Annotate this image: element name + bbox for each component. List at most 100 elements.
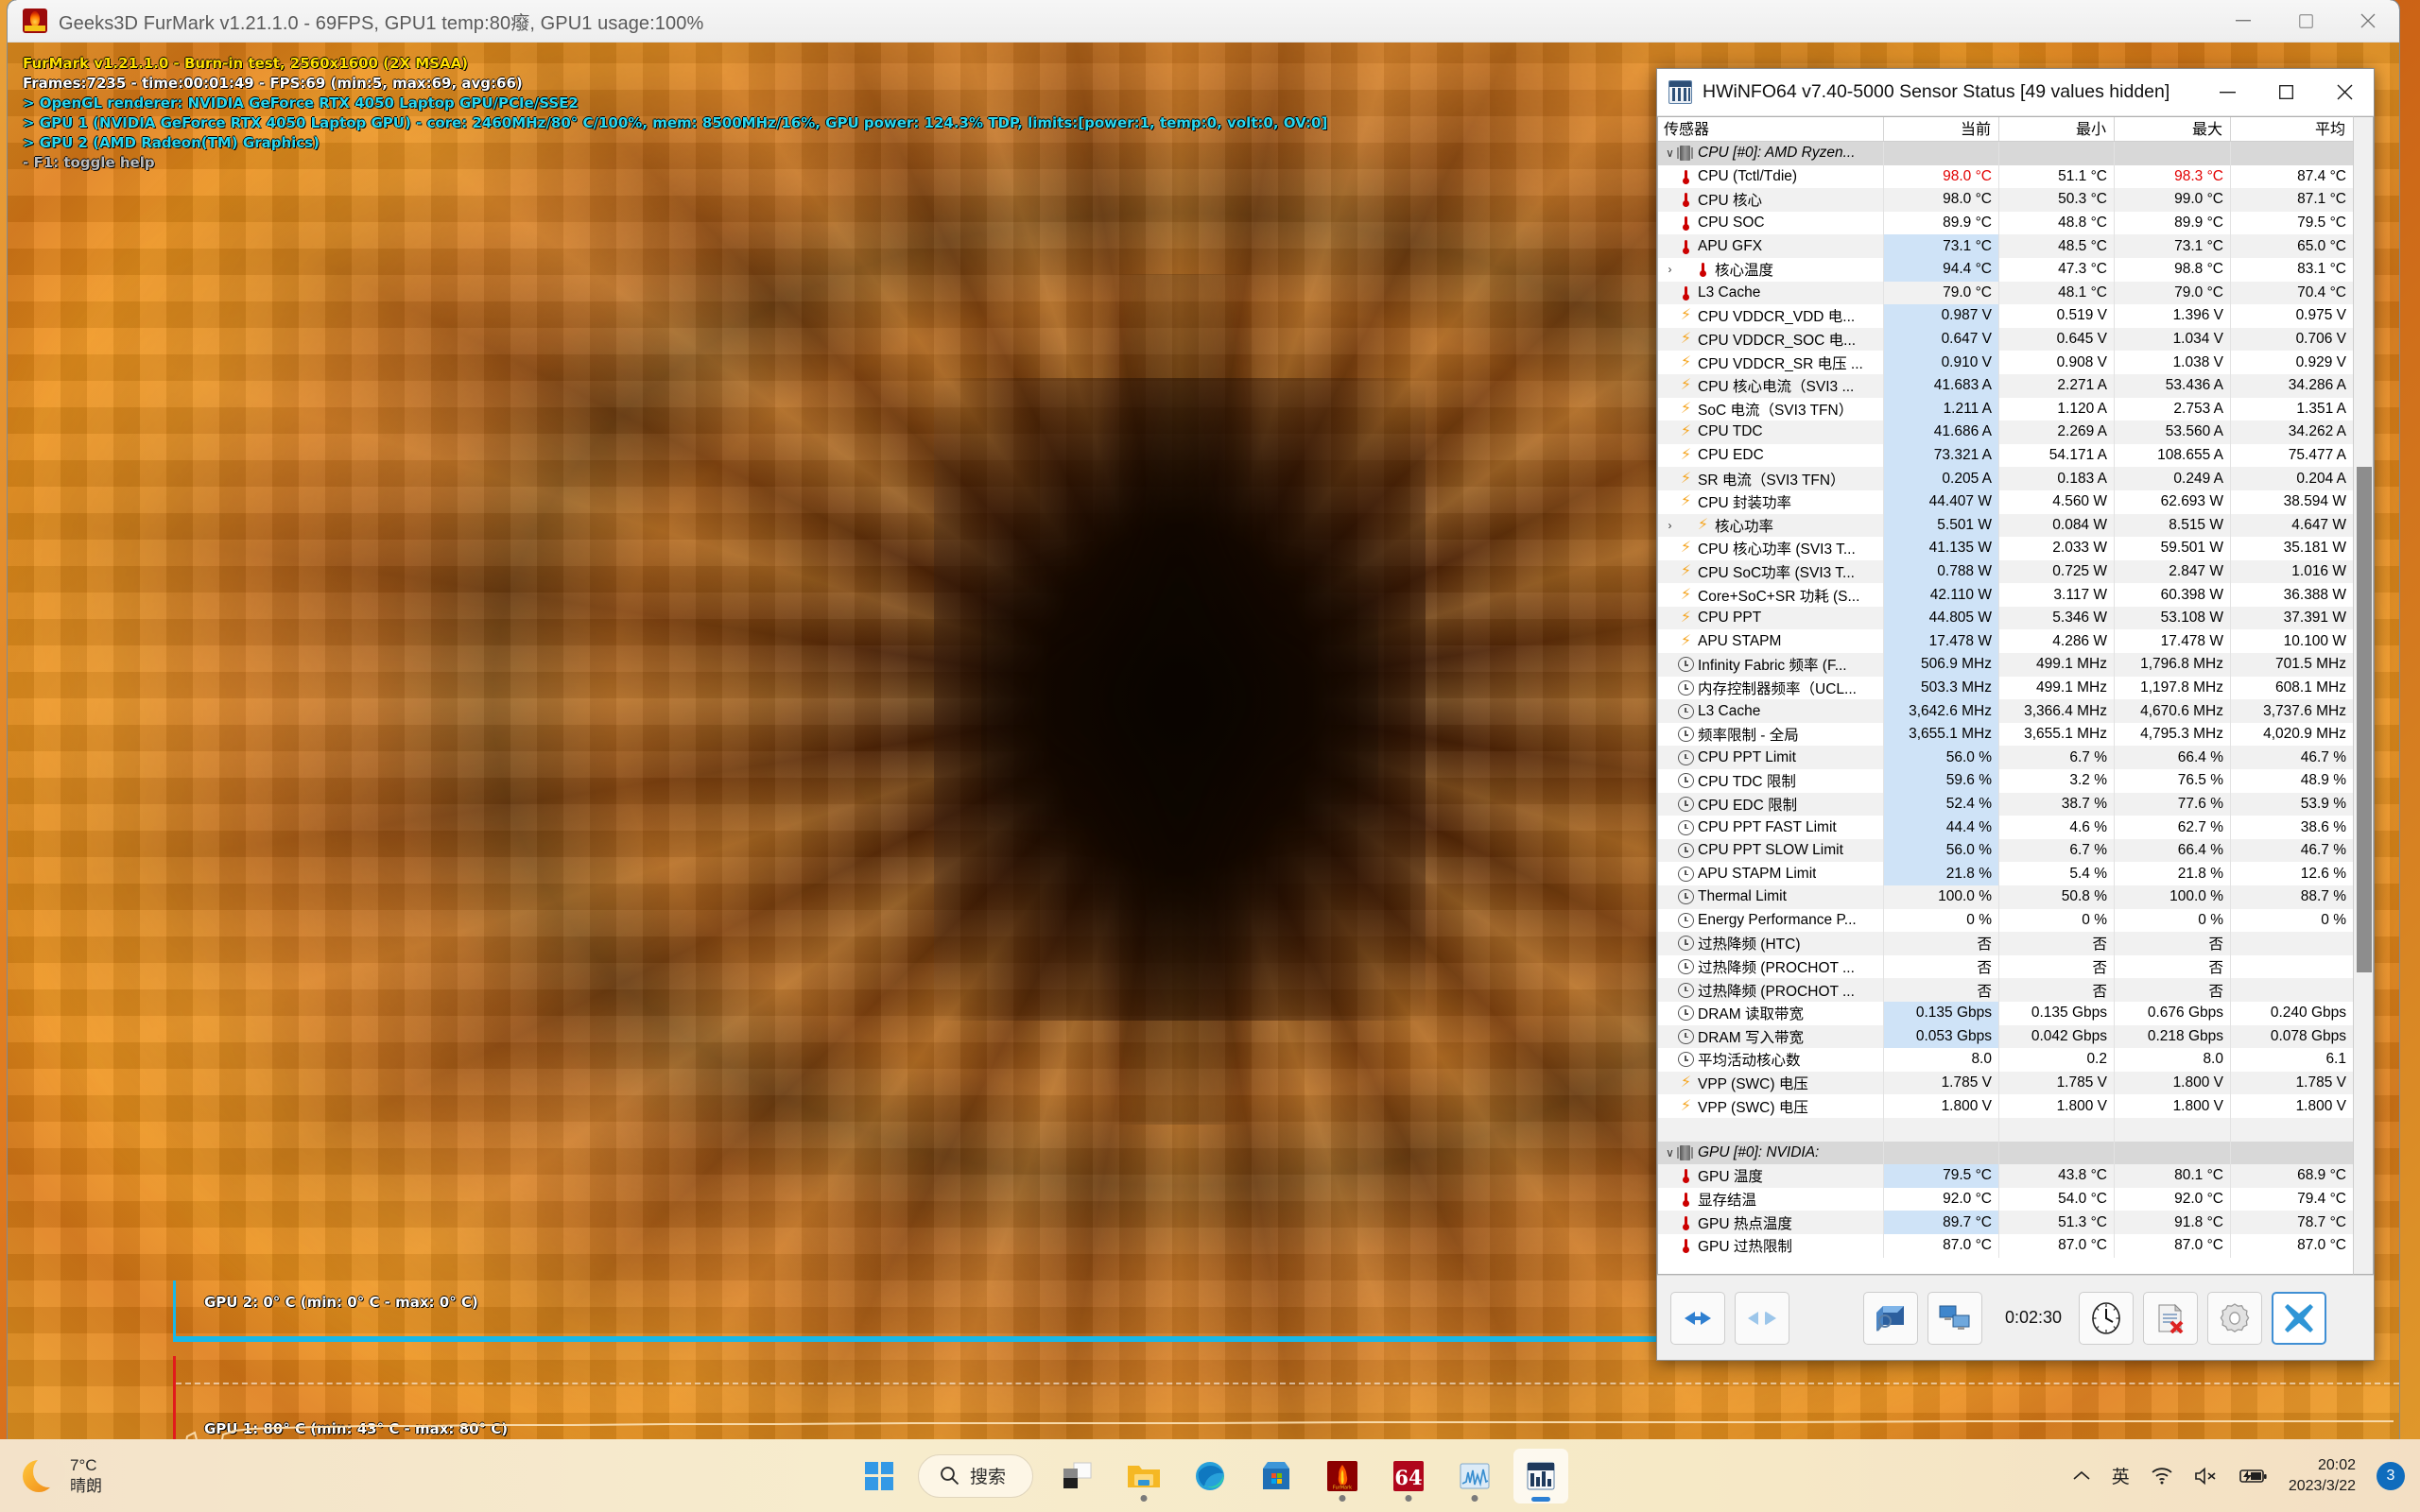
notification-badge[interactable]: 3 — [2377, 1461, 2405, 1490]
taskbar-item-furmark[interactable]: FurMark — [1315, 1449, 1370, 1503]
sensor-row[interactable]: GPU 温度 79.5 °C 43.8 °C 80.1 °C 68.9 °C — [1658, 1164, 2353, 1188]
tray-volume-button[interactable] — [2194, 1467, 2219, 1486]
sensor-row[interactable]: L3 Cache 79.0 °C 48.1 °C 79.0 °C 70.4 °C — [1658, 281, 2353, 305]
sensor-label: Core+SoC+SR 功耗 (S... — [1698, 588, 1860, 605]
sensor-row[interactable]: 显存结温 92.0 °C 54.0 °C 92.0 °C 79.4 °C — [1658, 1187, 2353, 1211]
sensor-row[interactable]: APU STAPM Limit 21.8 % 5.4 % 21.8 % 12.6 % — [1658, 862, 2353, 885]
logging-button[interactable] — [2143, 1291, 2199, 1345]
chevron-down-icon[interactable]: ∨ — [1662, 1146, 1678, 1160]
sensor-row[interactable]: CPU PPT Limit 56.0 % 6.7 % 66.4 % 46.7 % — [1658, 746, 2353, 770]
sensor-row[interactable]: Energy Performance P... 0 % 0 % 0 % 0 % — [1658, 908, 2353, 933]
sensor-row[interactable]: ⚡ CPU VDDCR_SOC 电... 0.647 V 0.645 V 1.034 V… — [1658, 327, 2353, 352]
tray-battery-button[interactable] — [2239, 1468, 2268, 1485]
furmark-close-button[interactable] — [2337, 0, 2399, 42]
hwinfo-maximize-button[interactable] — [2256, 69, 2315, 116]
sensor-group-row[interactable]: ∨ GPU [#0]: NVIDIA: — [1658, 1141, 2353, 1165]
sensor-row[interactable]: ⚡ CPU EDC 73.321 A 54.171 A 108.655 A 75.477 … — [1658, 443, 2353, 468]
sensor-row[interactable]: Thermal Limit 100.0 % 50.8 % 100.0 % 88.7 % — [1658, 885, 2353, 909]
sensor-row[interactable]: ⚡ CPU 核心电流（SVI3 ... 41.683 A 2.271 A 53.436 … — [1658, 373, 2353, 398]
sensor-row[interactable]: 过热降频 (HTC) 否否否 — [1658, 932, 2353, 955]
taskbar-item-microsoft-store[interactable] — [1249, 1449, 1304, 1503]
furmark-minimize-button[interactable] — [2212, 0, 2274, 42]
sensor-row[interactable]: CPU TDC 限制 59.6 % 3.2 % 76.5 % 48.9 % — [1658, 769, 2353, 793]
expand-columns-button[interactable] — [1670, 1291, 1725, 1345]
sensor-name-cell: Thermal Limit — [1658, 885, 1884, 909]
sensor-name-cell: DRAM 写入带宽 — [1658, 1024, 1884, 1049]
chevron-right-icon[interactable]: › — [1662, 263, 1678, 276]
sensor-row[interactable]: 内存控制器频率（UCL... 503.3 MHz 499.1 MHz 1,197.8 … — [1658, 676, 2353, 700]
sensor-name-cell: › ⚡ 核心功率 — [1658, 513, 1884, 538]
sensor-row[interactable]: 过热降频 (PROCHOT ... 否否否 — [1658, 954, 2353, 979]
furmark-maximize-button[interactable] — [2274, 0, 2337, 42]
sensor-row[interactable]: 过热降频 (PROCHOT ... 否否否 — [1658, 978, 2353, 1002]
sensor-row[interactable]: Infinity Fabric 频率 (F... 506.9 MHz 499.1 M… — [1658, 653, 2353, 677]
sensor-row[interactable]: ⚡ APU STAPM 17.478 W 4.286 W 17.478 W 10.100 … — [1658, 629, 2353, 654]
furmark-titlebar[interactable]: Geeks3D FurMark v1.21.1.0 - 69FPS, GPU1 … — [8, 0, 2399, 43]
sensor-row[interactable]: DRAM 读取带宽 0.135 Gbps 0.135 Gbps 0.676 Gbps 0… — [1658, 1001, 2353, 1025]
hwinfo-vertical-scrollbar[interactable] — [2353, 116, 2374, 1275]
sensor-row[interactable]: CPU SOC 89.9 °C 48.8 °C 89.9 °C 79.5 °C — [1658, 211, 2353, 235]
taskbar-item-hwinfo-sensors[interactable] — [1513, 1448, 1569, 1503]
chevron-right-icon[interactable]: › — [1662, 519, 1678, 532]
sensor-row[interactable]: ⚡ CPU 核心功率 (SVI3 T... 41.135 W 2.033 W 59.50… — [1658, 537, 2353, 560]
sensor-row[interactable]: ⚡ SR 电流（SVI3 TFN） 0.205 A 0.183 A 0.249 A 0.2… — [1658, 467, 2353, 490]
sensor-row[interactable]: › ⚡ 核心功率 5.501 W 0.084 W 8.515 W 4.647 W — [1658, 513, 2353, 538]
sensor-group-row[interactable]: ∨ CPU [#0]: AMD Ryzen... — [1658, 142, 2353, 165]
column-header-minimum[interactable]: 最小 — [1999, 117, 2115, 141]
sensor-row[interactable]: 频率限制 - 全局 3,655.1 MHz 3,655.1 MHz 4,795.3 M… — [1658, 722, 2353, 747]
collapse-columns-button[interactable] — [1735, 1291, 1789, 1345]
sensor-row[interactable]: GPU 过热限制 87.0 °C 87.0 °C 87.0 °C 87.0 °C — [1658, 1233, 2353, 1258]
sensor-row[interactable]: DRAM 写入带宽 0.053 Gbps 0.042 Gbps 0.218 Gbps 0… — [1658, 1024, 2353, 1049]
column-header-average[interactable]: 平均 — [2231, 117, 2353, 141]
sensor-row[interactable]: CPU PPT FAST Limit 44.4 % 4.6 % 62.7 % 38.6 … — [1658, 816, 2353, 839]
sensor-row[interactable]: ⚡ VPP (SWC) 电压 1.785 V 1.785 V 1.800 V 1.785 … — [1658, 1071, 2353, 1095]
sensor-row[interactable]: ⚡ SoC 电流（SVI3 TFN） 1.211 A 1.120 A 2.753 A 1.… — [1658, 397, 2353, 421]
sensor-row[interactable]: CPU EDC 限制 52.4 % 38.7 % 77.6 % 53.9 % — [1658, 792, 2353, 816]
sensor-preview-button[interactable] — [1863, 1291, 1918, 1345]
sensor-row[interactable]: ⚡ CPU VDDCR_VDD 电... 0.987 V 0.519 V 1.396 V… — [1658, 304, 2353, 328]
tray-ime-indicator[interactable]: 英 — [2112, 1463, 2130, 1488]
taskbar-item-hwinfo64[interactable]: 64 — [1381, 1449, 1436, 1503]
sensor-row[interactable]: L3 Cache 3,642.6 MHz 3,366.4 MHz 4,670.6 MH… — [1658, 699, 2353, 723]
overlay-line-renderer: > OpenGL renderer: NVIDIA GeForce RTX 40… — [23, 94, 579, 112]
scrollbar-thumb[interactable] — [2357, 467, 2372, 972]
remote-monitor-button[interactable] — [1927, 1291, 1982, 1345]
column-header-maximum[interactable]: 最大 — [2115, 117, 2231, 141]
sensor-row[interactable]: ⚡ CPU 封装功率 44.407 W 4.560 W 62.693 W 38.594 W — [1658, 490, 2353, 514]
sensor-row[interactable]: 平均活动核心数 8.0 0.2 8.0 6.1 — [1658, 1048, 2353, 1072]
start-button[interactable] — [852, 1449, 907, 1503]
taskbar-search-box[interactable]: 搜索 — [917, 1453, 1034, 1498]
taskbar-weather-widget[interactable]: 7°C 晴朗 — [21, 1454, 102, 1497]
settings-gear-button[interactable] — [2207, 1291, 2263, 1345]
column-header-sensor[interactable]: 传感器 — [1658, 117, 1884, 141]
chevron-down-icon[interactable]: ∨ — [1662, 146, 1678, 160]
sensor-row[interactable]: CPU PPT SLOW Limit 56.0 % 6.7 % 66.4 % 46.7 … — [1658, 838, 2353, 863]
sensor-label: DRAM 读取带宽 — [1698, 1006, 1804, 1023]
sensor-row[interactable]: CPU 核心 98.0 °C 50.3 °C 99.0 °C 87.1 °C — [1658, 188, 2353, 212]
taskbar-item-performance-monitor[interactable] — [1447, 1449, 1502, 1503]
hwinfo-close-button[interactable] — [2315, 69, 2374, 116]
sensor-row[interactable]: GPU 热点温度 89.7 °C 51.3 °C 91.8 °C 78.7 °C — [1658, 1211, 2353, 1234]
close-sensors-button[interactable] — [2272, 1291, 2327, 1345]
sensor-row[interactable]: ⚡ CPU TDC 41.686 A 2.269 A 53.560 A 34.262 A — [1658, 421, 2353, 444]
taskbar-item-task-view[interactable] — [1050, 1449, 1105, 1503]
taskbar-clock[interactable]: 20:02 2023/3/22 — [2289, 1455, 2356, 1497]
sensor-row[interactable]: ⚡ CPU PPT 44.805 W 5.346 W 53.108 W 37.391 W — [1658, 606, 2353, 630]
sensor-row[interactable]: CPU (Tctl/Tdie) 98.0 °C 51.1 °C 98.3 °C 87.4… — [1658, 164, 2353, 189]
hwinfo-titlebar[interactable]: HWiNFO64 v7.40-5000 Sensor Status [49 va… — [1657, 69, 2374, 116]
sensor-row[interactable]: › 核心温度 94.4 °C 47.3 °C 98.8 °C 83.1 °C — [1658, 257, 2353, 282]
hwinfo-minimize-button[interactable] — [2198, 69, 2256, 116]
tray-overflow-button[interactable] — [2072, 1469, 2091, 1482]
reset-timer-button[interactable] — [2079, 1291, 2135, 1345]
sensor-row[interactable]: ⚡ Core+SoC+SR 功耗 (S... 42.110 W 3.117 W 60.3… — [1658, 583, 2353, 607]
sensor-maximum-cell: 108.655 A — [2115, 443, 2231, 468]
column-header-current[interactable]: 当前 — [1884, 117, 1999, 141]
sensor-row[interactable]: ⚡ VPP (SWC) 电压 1.800 V 1.800 V 1.800 V 1.800 … — [1658, 1094, 2353, 1118]
taskbar-item-microsoft-edge[interactable] — [1183, 1449, 1237, 1503]
taskbar-item-file-explorer[interactable] — [1116, 1449, 1171, 1503]
sensor-row[interactable]: APU GFX 73.1 °C 48.5 °C 73.1 °C 65.0 °C — [1658, 234, 2353, 258]
tray-wifi-button[interactable] — [2151, 1467, 2173, 1485]
sensor-row[interactable]: ⚡ CPU SoC功率 (SVI3 T... 0.788 W 0.725 W 2.847… — [1658, 559, 2353, 584]
sensor-row[interactable]: ⚡ CPU VDDCR_SR 电压 ... 0.910 V 0.908 V 1.038 … — [1658, 351, 2353, 374]
hwinfo-rows-viewport[interactable]: ∨ CPU [#0]: AMD Ryzen... CPU (Tctl/Tdie) 98… — [1658, 142, 2353, 1274]
